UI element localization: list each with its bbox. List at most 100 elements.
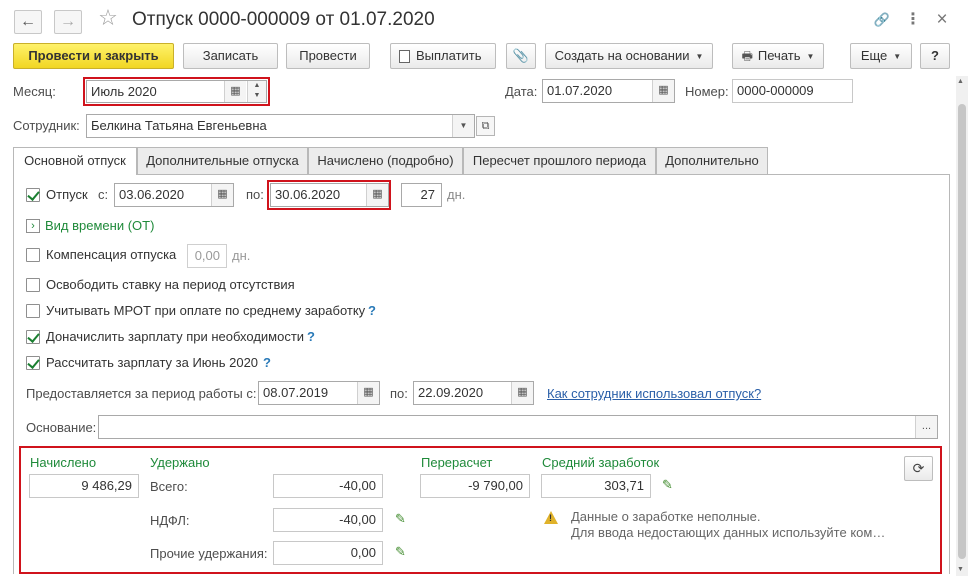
link-icon[interactable]: 🔗 [872,10,892,30]
refresh-icon: ⟳ [912,460,925,476]
calc-salary-help-icon[interactable]: ? [263,355,271,371]
scrollbar-thumb[interactable] [958,104,966,559]
basis-label: Основание: [26,420,97,435]
tab-main-vacation[interactable]: Основной отпуск [13,147,137,175]
scroll-down-icon[interactable]: ▼ [957,566,964,573]
withheld-total-label: Всего: [150,479,188,494]
accrued-label: Начислено [30,455,97,470]
more-label: Еще [860,48,888,63]
back-button[interactable]: ← [14,10,42,34]
number-field[interactable]: 0000-000009 [732,79,853,103]
employee-value: Белкина Татьяна Евгеньевна [91,118,267,133]
warning-line1: Данные о заработке неполные. [571,509,761,524]
scroll-up-icon[interactable]: ▲ [957,78,964,85]
accrue-label: Доначислить зарплату при необходимости [46,329,305,344]
calendar-icon[interactable]: ▦ [211,184,233,206]
employee-field[interactable]: Белкина Татьяна Евгеньевна ▼ [86,114,475,138]
to-label: по: [246,187,264,202]
date-value: 01.07.2020 [547,83,613,98]
mrot-help-icon[interactable]: ? [368,303,376,319]
post-and-close-button[interactable]: Провести и закрыть [13,43,174,69]
printer-icon: 🖶 [741,49,753,63]
dropdown-arrow-icon[interactable]: ▼ [452,115,474,137]
accrue-checkbox[interactable] [26,330,40,344]
vacation-from-value: 03.06.2020 [119,187,185,202]
compensation-label: Компенсация отпуска [46,247,177,262]
ndfl-label: НДФЛ: [150,513,190,528]
create-based-on-button[interactable]: Создать на основании ▼ [545,43,713,69]
tab-accrued-detailed[interactable]: Начислено (подробно) [308,147,463,174]
accrued-field: 9 486,29 [29,474,139,498]
calendar-icon[interactable]: ▦ [652,80,674,102]
period-from-value: 08.07.2019 [263,385,329,400]
period-to-label: по: [390,386,408,401]
warning-icon: ! [544,511,558,524]
warning-line2: Для ввода недостающих данных используйте… [571,525,886,540]
save-button[interactable]: Записать [183,43,278,69]
withheld-total-field: -40,00 [273,474,383,498]
vacation-usage-link[interactable]: Как сотрудник использовал отпуск? [547,386,761,402]
favorite-star-icon[interactable]: ☆ [98,7,118,29]
tab-past-period-recalc[interactable]: Пересчет прошлого периода [463,147,656,174]
other-edit-pencil-icon[interactable]: ✎ [395,544,406,560]
open-employee-icon[interactable]: ⧉ [476,116,495,136]
from-label: с: [98,187,109,202]
calendar-icon[interactable]: ▦ [511,382,533,404]
period-to-field[interactable]: 22.09.2020 ▦ [413,381,534,405]
forward-button[interactable]: → [54,10,82,34]
forward-arrow-icon: → [60,13,76,30]
date-label: Дата: [505,84,538,99]
compensation-checkbox[interactable] [26,248,40,262]
pay-button-label: Выплатить [416,48,482,63]
date-field[interactable]: 01.07.2020 ▦ [542,79,675,103]
mrot-checkbox[interactable] [26,304,40,318]
ndfl-field: -40,00 [273,508,383,532]
compensation-days-field: 0,00 [187,244,227,268]
employee-label: Сотрудник: [13,118,80,133]
pay-button[interactable]: Выплатить [390,43,496,69]
close-icon[interactable]: × [932,10,952,30]
other-withholdings-field: 0,00 [273,541,383,565]
mrot-label: Учитывать МРОТ при оплате по среднему за… [46,303,366,318]
days-unit: дн. [447,187,466,202]
period-from-field[interactable]: 08.07.2019 ▦ [258,381,380,405]
basis-field[interactable]: ... [98,415,938,439]
tab-additional-vacations[interactable]: Дополнительные отпуска [137,147,308,174]
days-field[interactable]: 27 [401,183,442,207]
document-icon [399,50,410,64]
print-button[interactable]: 🖶 Печать ▼ [732,43,824,69]
withheld-label: Удержано [150,455,210,470]
back-arrow-icon: ← [20,13,36,30]
vacation-checkbox[interactable] [26,188,40,202]
vacation-from-field[interactable]: 03.06.2020 ▦ [114,183,234,207]
basis-select-button[interactable]: ... [915,416,937,438]
tab-additional[interactable]: Дополнительно [656,147,768,174]
time-kind-link[interactable]: Вид времени (ОТ) [45,218,154,234]
attach-button[interactable]: 📎 [506,43,536,69]
help-button[interactable]: ? [920,43,950,69]
dropdown-arrow-icon: ▼ [893,51,902,61]
refresh-button[interactable]: ⟳ [904,456,933,481]
calc-salary-label: Рассчитать зарплату за Июнь 2020 [46,355,259,370]
calc-salary-checkbox[interactable] [26,356,40,370]
print-label: Печать [757,48,801,63]
document-title: Отпуск 0000-000009 от 01.07.2020 [132,9,435,30]
vacation-to-highlight [267,180,391,210]
month-label: Месяц: [13,84,56,99]
free-rate-checkbox[interactable] [26,278,40,292]
more-menu-icon[interactable]: ⋮ [903,10,923,30]
accrue-help-icon[interactable]: ? [307,329,315,345]
avg-edit-pencil-icon[interactable]: ✎ [662,477,673,493]
month-highlight [83,77,270,106]
vacation-label: Отпуск [46,187,88,202]
calendar-icon[interactable]: ▦ [357,382,379,404]
dropdown-arrow-icon: ▼ [695,51,704,61]
expand-chevron-icon[interactable]: › [26,219,40,233]
more-button[interactable]: Еще ▼ [850,43,912,69]
free-rate-label: Освободить ставку на период отсутствия [46,277,295,292]
ndfl-edit-pencil-icon[interactable]: ✎ [395,511,406,527]
avg-earnings-field: 303,71 [541,474,651,498]
post-button[interactable]: Провести [286,43,370,69]
period-label: Предоставляется за период работы с: [26,386,257,401]
other-withholdings-label: Прочие удержания: [150,546,268,561]
